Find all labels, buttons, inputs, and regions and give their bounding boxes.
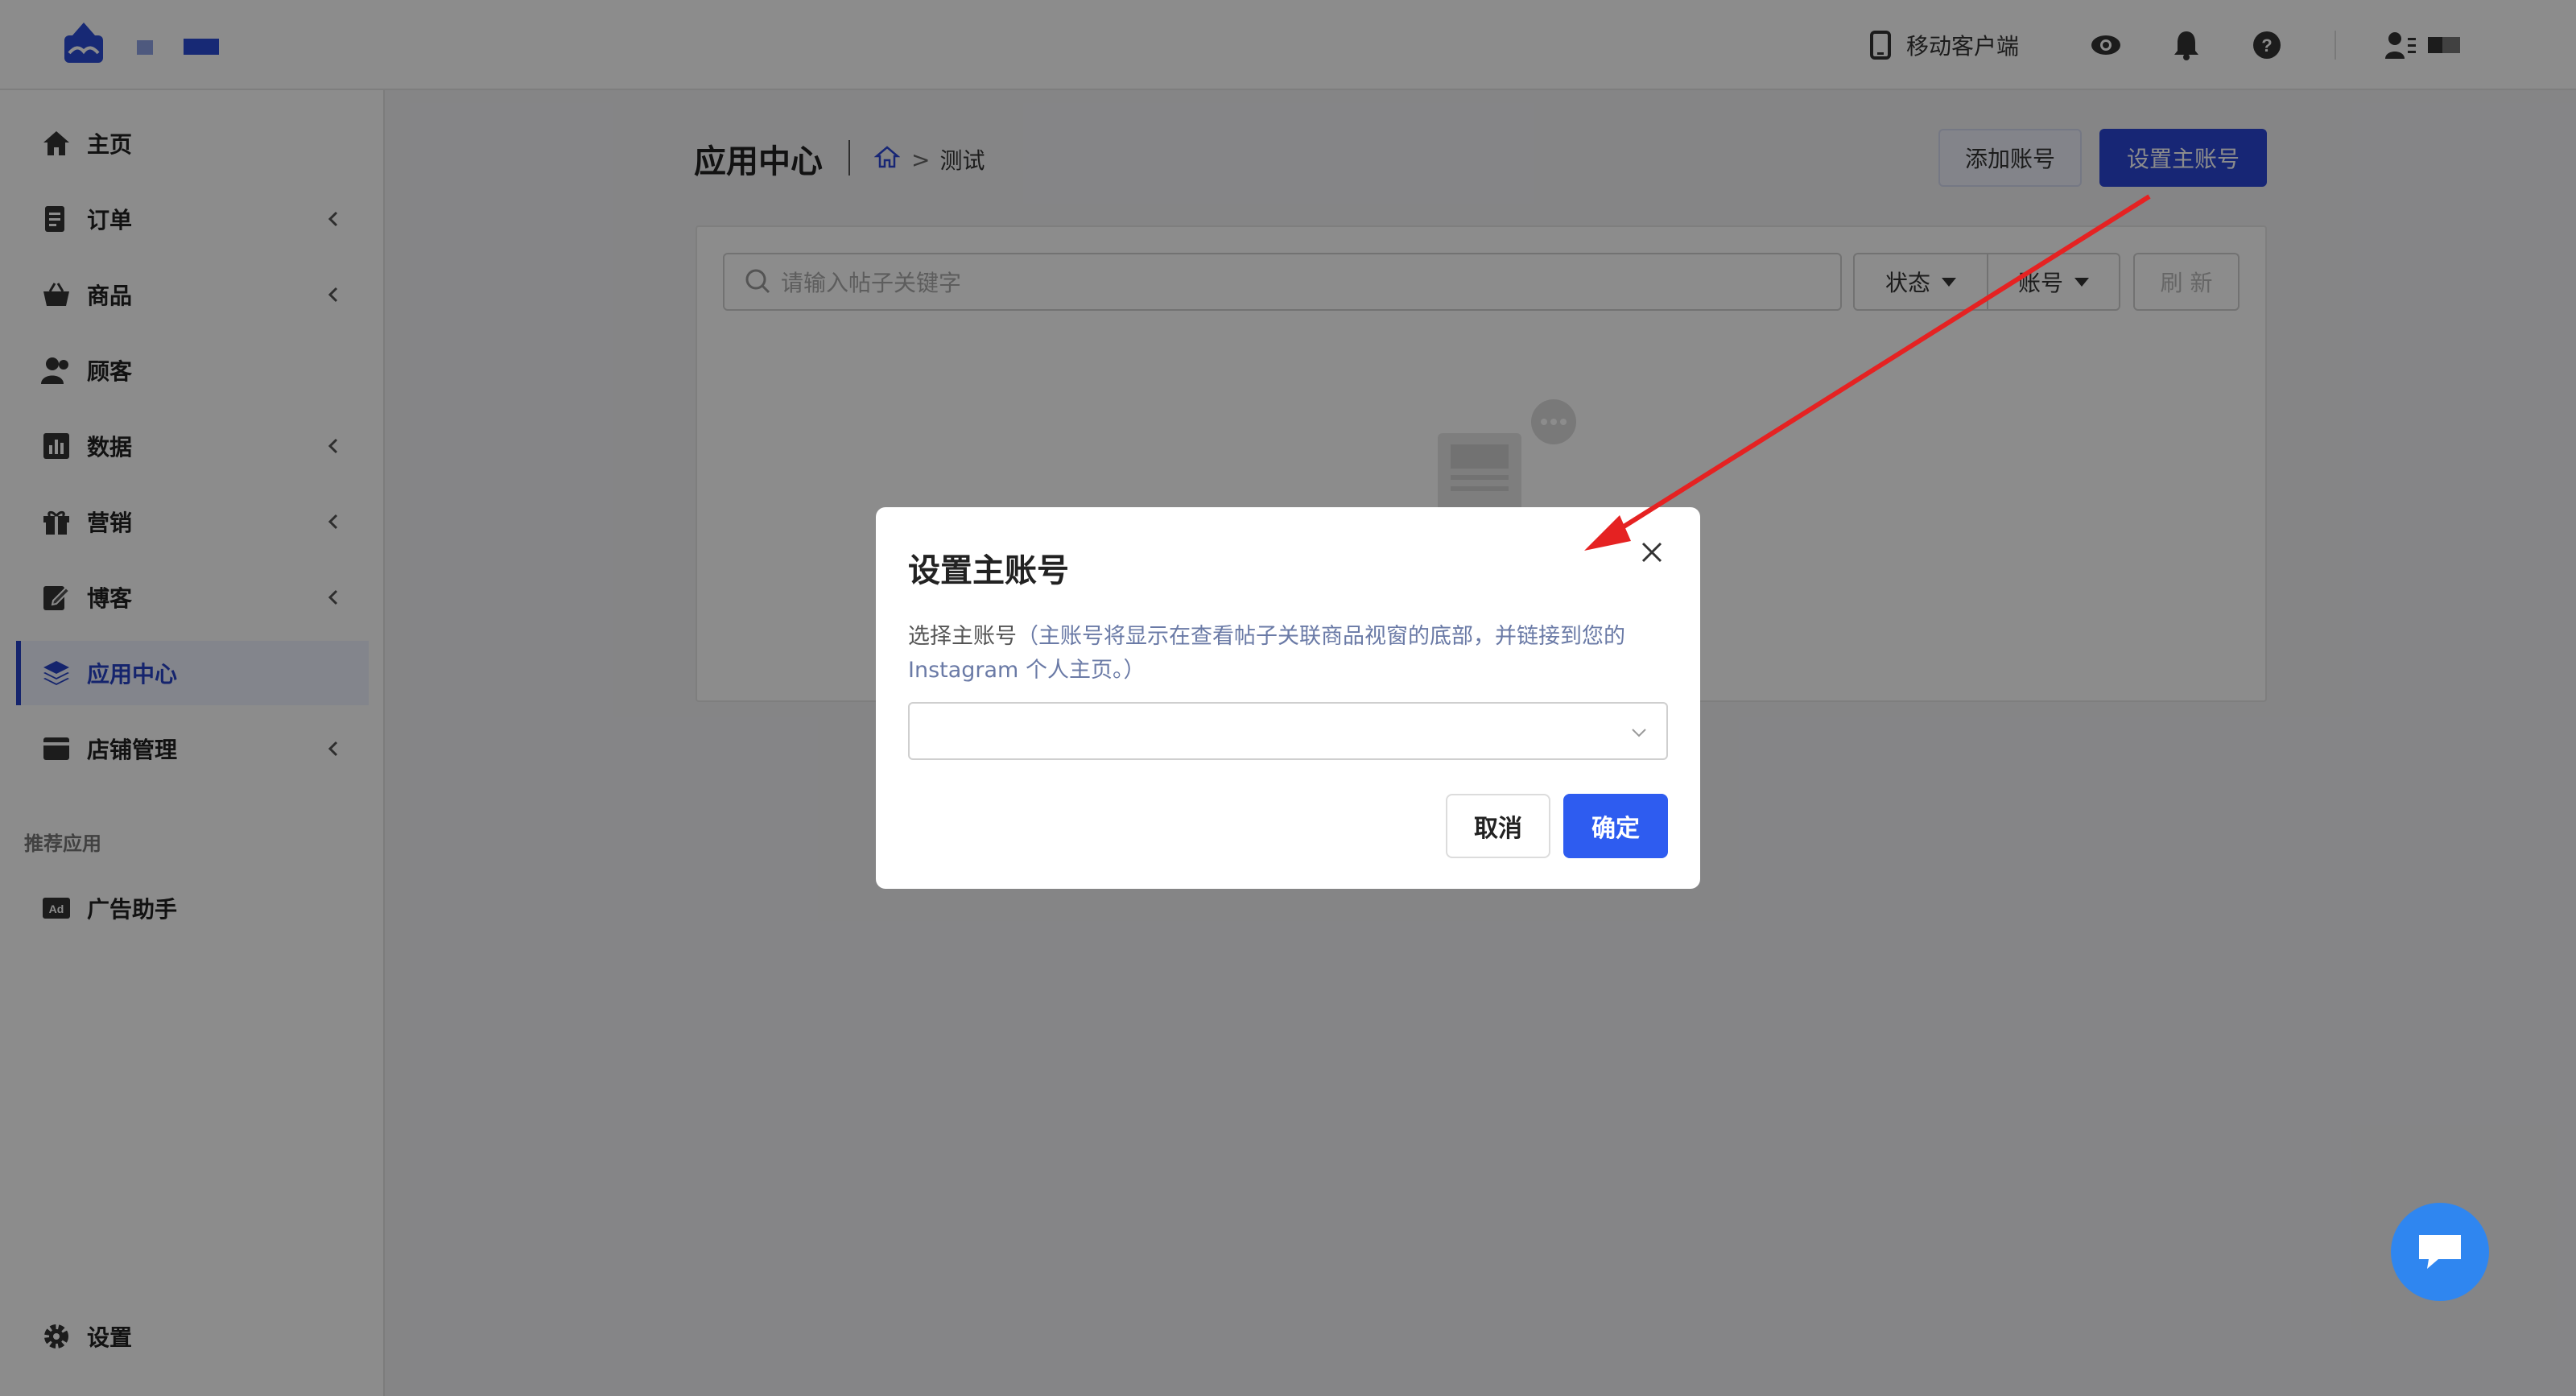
set-main-account-dialog: 设置主账号 选择主账号（主账号将显示在查看帖子关联商品视窗的底部，并链接到您的 … <box>876 507 1700 889</box>
dialog-title: 设置主账号 <box>908 552 1069 589</box>
chat-button[interactable] <box>2391 1203 2489 1301</box>
chat-icon <box>2419 1235 2461 1269</box>
dialog-description: 选择主账号（主账号将显示在查看帖子关联商品视窗的底部，并链接到您的 Instag… <box>908 620 1673 688</box>
chevron-down-icon <box>1632 729 1646 737</box>
description-note: （主账号将显示在查看帖子关联商品视窗的底部，并链接到您的 <box>1017 624 1625 649</box>
main-account-select[interactable] <box>908 702 1668 760</box>
cancel-button[interactable]: 取消 <box>1446 794 1550 858</box>
description-prefix: 选择主账号 <box>908 624 1017 649</box>
close-button[interactable] <box>1629 530 1674 575</box>
confirm-button[interactable]: 确定 <box>1563 794 1668 858</box>
close-icon <box>1641 542 1662 563</box>
description-note-line2: Instagram 个人主页。） <box>908 658 1146 683</box>
